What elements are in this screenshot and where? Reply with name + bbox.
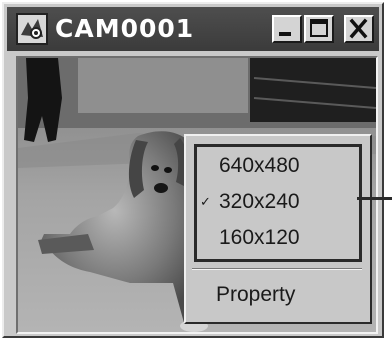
title-bar[interactable]: CAM0001 xyxy=(7,7,379,51)
resolution-options-group: 640x480 ✓ 320x240 160x120 xyxy=(194,144,362,262)
menu-separator xyxy=(192,268,362,270)
maximize-button[interactable] xyxy=(304,15,334,43)
minimize-icon xyxy=(279,32,291,36)
menu-item-label: Property xyxy=(216,283,296,306)
close-icon xyxy=(349,18,368,39)
menu-item-label: 160x120 xyxy=(219,226,300,249)
resolution-context-menu: 640x480 ✓ 320x240 160x120 Property xyxy=(184,134,372,324)
menu-item-property[interactable]: Property xyxy=(216,278,295,312)
maximize-icon xyxy=(310,19,328,37)
menu-item-label: 320x240 xyxy=(219,190,300,213)
menu-item-label: 640x480 xyxy=(219,154,300,177)
window-title: CAM0001 xyxy=(55,14,195,43)
callout-line xyxy=(357,197,392,200)
checkmark-icon: ✓ xyxy=(200,194,211,209)
camera-app-icon[interactable] xyxy=(16,13,48,45)
close-button[interactable] xyxy=(344,15,374,43)
minimize-button[interactable] xyxy=(272,15,302,43)
